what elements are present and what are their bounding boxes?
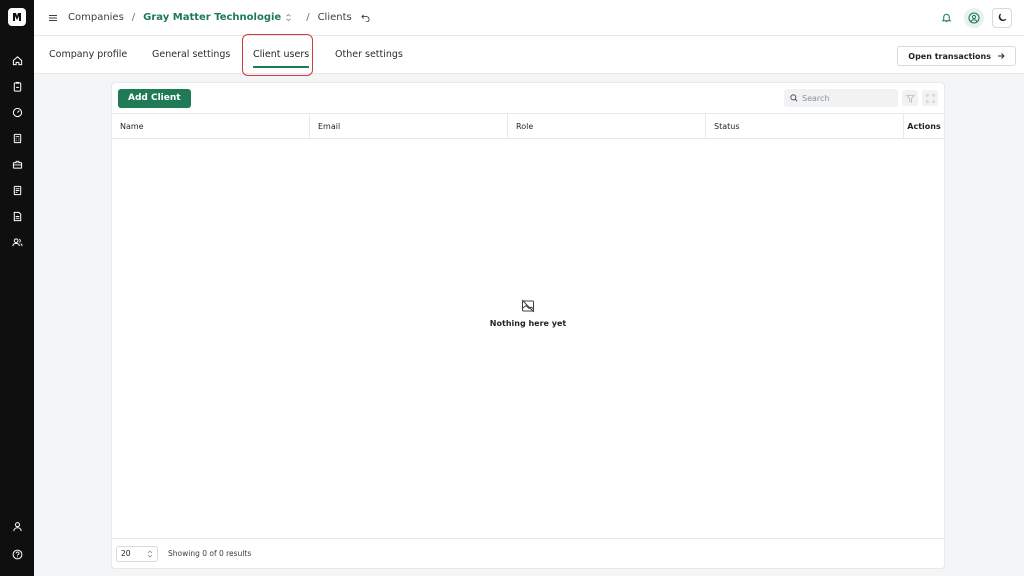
sidebar-item-home[interactable] <box>9 52 25 68</box>
column-header-name[interactable]: Name <box>112 114 310 138</box>
user-circle-icon <box>968 11 980 24</box>
sidebar-item-reports[interactable] <box>9 208 25 224</box>
open-transactions-label: Open transactions <box>908 51 991 61</box>
sidebar-help[interactable] <box>9 546 25 562</box>
chevron-up-down-icon <box>286 13 291 22</box>
page-size-select[interactable]: 20 <box>116 545 158 562</box>
bell-icon <box>941 13 951 23</box>
breadcrumb-separator: / <box>306 12 310 23</box>
moon-icon <box>998 13 1006 22</box>
breadcrumb-companies[interactable]: Companies <box>68 12 124 23</box>
empty-state-text: Nothing here yet <box>489 319 567 328</box>
notifications-button[interactable] <box>936 8 956 28</box>
sidebar-item-portfolio[interactable] <box>9 156 25 172</box>
chevron-up-down-icon <box>147 549 153 558</box>
breadcrumb: Companies / Gray Matter Technologie / Cl… <box>46 11 372 25</box>
column-header-status[interactable]: Status <box>706 114 904 138</box>
sidebar-item-dashboard[interactable] <box>9 104 25 120</box>
menu-toggle-button[interactable] <box>46 11 60 25</box>
theme-toggle-button[interactable] <box>992 7 1012 28</box>
tab-general-settings[interactable]: General settings <box>152 36 230 74</box>
breadcrumb-separator: / <box>131 12 136 23</box>
help-icon <box>12 549 22 559</box>
table-header: Name Email Role Status Actions <box>112 113 944 139</box>
tab-client-users[interactable]: Client users <box>249 36 313 74</box>
table-footer: 20 Showing 0 of 0 results <box>112 538 944 568</box>
results-count: Showing 0 of 0 results <box>168 549 252 558</box>
file-text-icon <box>13 211 21 221</box>
search-icon <box>790 94 798 102</box>
top-bar: Companies / Gray Matter Technologie / Cl… <box>34 0 1024 36</box>
tab-company-profile[interactable]: Company profile <box>49 36 127 74</box>
users-icon <box>11 237 23 246</box>
tab-other-settings[interactable]: Other settings <box>335 36 403 74</box>
filter-icon <box>905 94 915 103</box>
search-input[interactable] <box>802 93 892 103</box>
empty-state: Nothing here yet <box>112 299 944 328</box>
back-button[interactable] <box>360 12 372 24</box>
no-image-icon <box>521 299 535 313</box>
user-avatar-button[interactable] <box>964 7 984 28</box>
column-header-actions: Actions <box>907 121 941 131</box>
app-logo[interactable] <box>8 8 26 26</box>
page-size-value: 20 <box>121 549 131 558</box>
sidebar-item-users[interactable] <box>9 234 25 250</box>
active-tab-indicator <box>253 66 310 68</box>
gauge-icon <box>12 107 22 117</box>
arrow-right-icon <box>998 53 1005 59</box>
column-header-email[interactable]: Email <box>310 114 508 138</box>
sidebar-profile[interactable] <box>9 518 25 534</box>
calculator-icon <box>13 133 21 143</box>
add-client-button[interactable]: Add Client <box>118 88 191 108</box>
clipboard-icon <box>13 81 21 92</box>
client-users-card: Add Client Name Email Role Status Action… <box>111 82 945 569</box>
sidebar-item-calculator[interactable] <box>9 130 25 146</box>
expand-icon <box>925 93 935 103</box>
column-header-role[interactable]: Role <box>508 114 706 138</box>
breadcrumb-company-selector[interactable]: Gray Matter Technologie <box>143 12 292 23</box>
search-box[interactable] <box>784 89 898 107</box>
tabs-bar: Company profile General settings Client … <box>34 36 1024 74</box>
logo-icon <box>13 13 21 21</box>
briefcase-icon <box>12 160 22 169</box>
document-icon <box>13 185 21 195</box>
filter-button[interactable] <box>902 90 918 106</box>
user-icon <box>12 521 22 531</box>
home-icon <box>12 55 22 65</box>
fullscreen-button[interactable] <box>922 90 938 106</box>
tab-client-users-label: Client users <box>253 49 310 60</box>
undo-arrow-icon <box>361 14 370 22</box>
sidebar <box>0 0 34 576</box>
breadcrumb-clients: Clients <box>317 12 352 23</box>
breadcrumb-company-name: Gray Matter Technologie <box>143 12 282 23</box>
hamburger-icon <box>49 14 57 21</box>
sidebar-item-documents[interactable] <box>9 182 25 198</box>
sidebar-item-tasks[interactable] <box>9 78 25 94</box>
open-transactions-button[interactable]: Open transactions <box>897 46 1016 66</box>
table-toolbar: Add Client <box>112 83 944 113</box>
